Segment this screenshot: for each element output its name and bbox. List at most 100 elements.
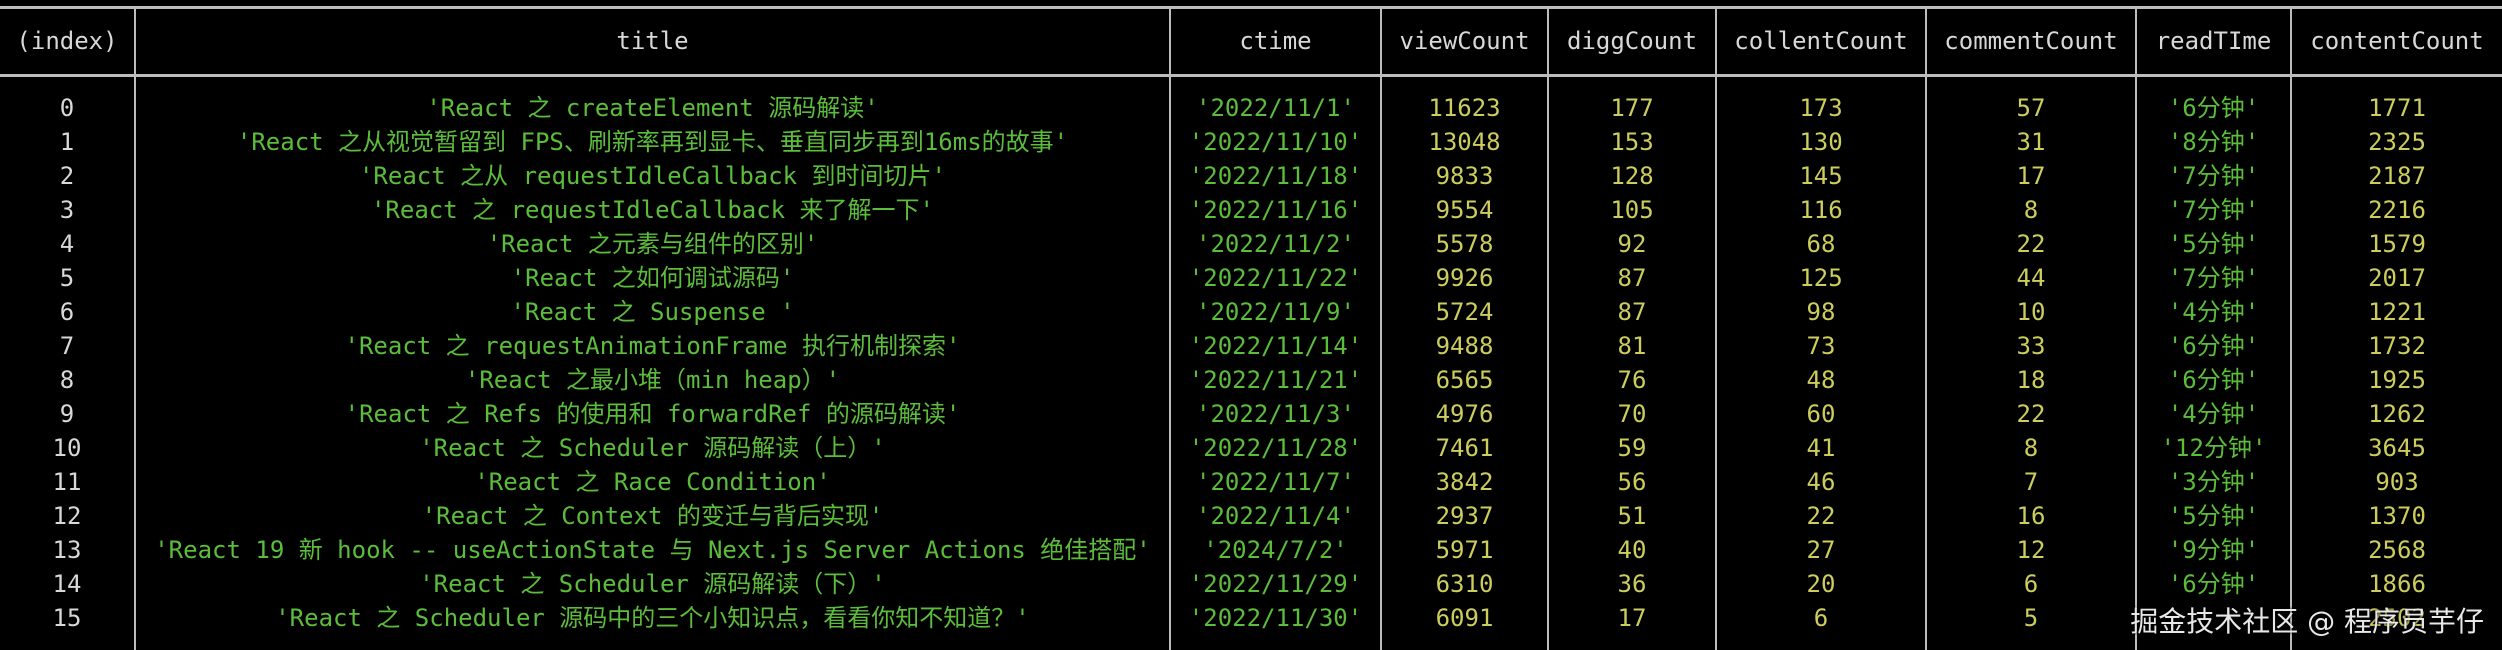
cell-commentCount: 5 [2023, 604, 2039, 632]
cell-diggCount: 92 [1617, 230, 1647, 258]
cell-viewCount: 9488 [1435, 332, 1494, 360]
cell-ctime: '2022/11/22' [1188, 264, 1363, 292]
cell-collentCount: 145 [1799, 162, 1843, 190]
cell-collentCount: 116 [1799, 196, 1843, 224]
column-header: commentCount [1944, 27, 2118, 55]
table-row: 5 'React 之如何调试源码' '2022/11/22' 9926 87 125 44 '… [0, 261, 2502, 295]
cell-index: 4 [59, 230, 75, 258]
cell-contentCount: 2017 [2368, 264, 2426, 292]
cell-ctime: '2022/11/7' [1196, 468, 1355, 496]
cell-diggCount: 40 [1617, 536, 1647, 564]
cell-index: 0 [59, 94, 75, 122]
table-row: 2 'React 之从 requestIdleCallback 到时间切片' '20… [0, 159, 2502, 193]
cell-index: 1 [59, 128, 75, 156]
cell-viewCount: 4976 [1435, 400, 1494, 428]
cell-ctime: '2022/11/4' [1196, 502, 1355, 530]
cell-ctime: '2022/11/1' [1196, 94, 1355, 122]
cell-index: 13 [52, 536, 82, 564]
cell-title: 'React 之从 requestIdleCallback 到时间切片' [358, 162, 947, 190]
cell-ctime: '2022/11/16' [1188, 196, 1363, 224]
cell-diggCount: 87 [1617, 298, 1647, 326]
cell-index: 2 [59, 162, 75, 190]
cell-commentCount: 18 [2016, 366, 2046, 394]
cell-commentCount: 8 [2023, 434, 2039, 462]
table-row: 11 'React 之 Race Condition' '2022/11/7' 384… [0, 465, 2502, 499]
table-row: 10 'React 之 Scheduler 源码解读（上）' '2022/11/28… [0, 431, 2502, 465]
cell-readTIme: '6分钟' [2167, 570, 2260, 598]
cell-readTIme: '9分钟' [2167, 536, 2260, 564]
cell-diggCount: 56 [1617, 468, 1647, 496]
cell-collentCount: 22 [1806, 502, 1836, 530]
cell-contentCount: 1370 [2368, 502, 2426, 530]
cell-viewCount: 5578 [1435, 230, 1494, 258]
cell-collentCount: 73 [1806, 332, 1836, 360]
cell-index: 14 [52, 570, 82, 598]
cell-contentCount: 2187 [2368, 162, 2426, 190]
cell-title: 'React 之 Context 的变迁与背后实现' [421, 502, 884, 530]
cell-ctime: '2022/11/14' [1188, 332, 1363, 360]
cell-ctime: '2022/11/3' [1196, 400, 1355, 428]
cell-commentCount: 57 [2016, 94, 2046, 122]
cell-commentCount: 33 [2016, 332, 2046, 360]
cell-title: 'React 之 Scheduler 源码中的三个小知识点，看看你知不知道？' [275, 604, 1030, 632]
cell-commentCount: 17 [2016, 162, 2046, 190]
cell-title: 'React 之如何调试源码' [510, 264, 795, 292]
cell-contentCount: 2325 [2368, 128, 2426, 156]
cell-title: 'React 之 Scheduler 源码解读（上）' [419, 434, 886, 462]
cell-diggCount: 51 [1617, 502, 1647, 530]
cell-diggCount: 76 [1617, 366, 1647, 394]
cell-readTIme: '5分钟' [2167, 502, 2260, 530]
cell-title: 'React 之从视觉暂留到 FPS、刷新率再到显卡、垂直同步再到16ms的故事… [236, 128, 1069, 156]
cell-index: 3 [59, 196, 75, 224]
cell-collentCount: 48 [1806, 366, 1836, 394]
cell-title: 'React 之 requestAnimationFrame 执行机制探索' [344, 332, 961, 360]
cell-commentCount: 7 [2023, 468, 2039, 496]
cell-viewCount: 3842 [1435, 468, 1494, 496]
cell-collentCount: 125 [1799, 264, 1843, 292]
cell-readTIme: '4分钟' [2167, 298, 2260, 326]
cell-ctime: '2022/11/2' [1196, 230, 1355, 258]
table-row: 1 'React 之从视觉暂留到 FPS、刷新率再到显卡、垂直同步再到16ms的故… [0, 125, 2502, 159]
cell-commentCount: 10 [2016, 298, 2046, 326]
cell-readTIme: '7分钟' [2167, 162, 2260, 190]
cell-title: 'React 之元素与组件的区别' [486, 230, 819, 258]
cell-readTIme: '5分钟' [2167, 230, 2260, 258]
cell-ctime: '2022/11/9' [1196, 298, 1355, 326]
column-header: diggCount [1566, 27, 1698, 55]
cell-contentCount: 1732 [2368, 332, 2426, 360]
cell-index: 8 [59, 366, 75, 394]
cell-viewCount: 6310 [1435, 570, 1494, 598]
cell-diggCount: 17 [1617, 604, 1647, 632]
watermark: 掘金技术社区 @ 程序员芋仔 [2130, 605, 2484, 638]
cell-collentCount: 6 [1813, 604, 1829, 632]
cell-viewCount: 5971 [1435, 536, 1494, 564]
cell-contentCount: 903 [2375, 468, 2419, 496]
cell-index: 12 [52, 502, 82, 530]
cell-commentCount: 22 [2016, 400, 2046, 428]
cell-commentCount: 8 [2023, 196, 2039, 224]
cell-collentCount: 41 [1806, 434, 1836, 462]
cell-viewCount: 7461 [1435, 434, 1494, 462]
cell-contentCount: 1221 [2368, 298, 2426, 326]
cell-diggCount: 59 [1617, 434, 1647, 462]
cell-viewCount: 9926 [1435, 264, 1494, 292]
cell-title: 'React 之 Scheduler 源码解读（下）' [419, 570, 886, 598]
cell-commentCount: 16 [2016, 502, 2046, 530]
cell-readTIme: '7分钟' [2167, 196, 2260, 224]
cell-ctime: '2022/11/30' [1188, 604, 1363, 632]
cell-diggCount: 128 [1610, 162, 1654, 190]
cell-collentCount: 20 [1806, 570, 1836, 598]
cell-readTIme: '6分钟' [2167, 94, 2260, 122]
cell-ctime: '2022/11/28' [1188, 434, 1363, 462]
cell-collentCount: 27 [1806, 536, 1836, 564]
cell-title: 'React 之 requestIdleCallback 来了解一下' [370, 196, 935, 224]
cell-contentCount: 2568 [2368, 536, 2426, 564]
cell-viewCount: 6091 [1435, 604, 1494, 632]
cell-readTIme: '7分钟' [2167, 264, 2260, 292]
cell-contentCount: 1866 [2368, 570, 2426, 598]
cell-viewCount: 6565 [1435, 366, 1494, 394]
cell-readTIme: '12分钟' [2160, 434, 2267, 462]
cell-ctime: '2022/11/29' [1188, 570, 1363, 598]
cell-ctime: '2024/7/2' [1203, 536, 1348, 564]
cell-commentCount: 6 [2023, 570, 2039, 598]
